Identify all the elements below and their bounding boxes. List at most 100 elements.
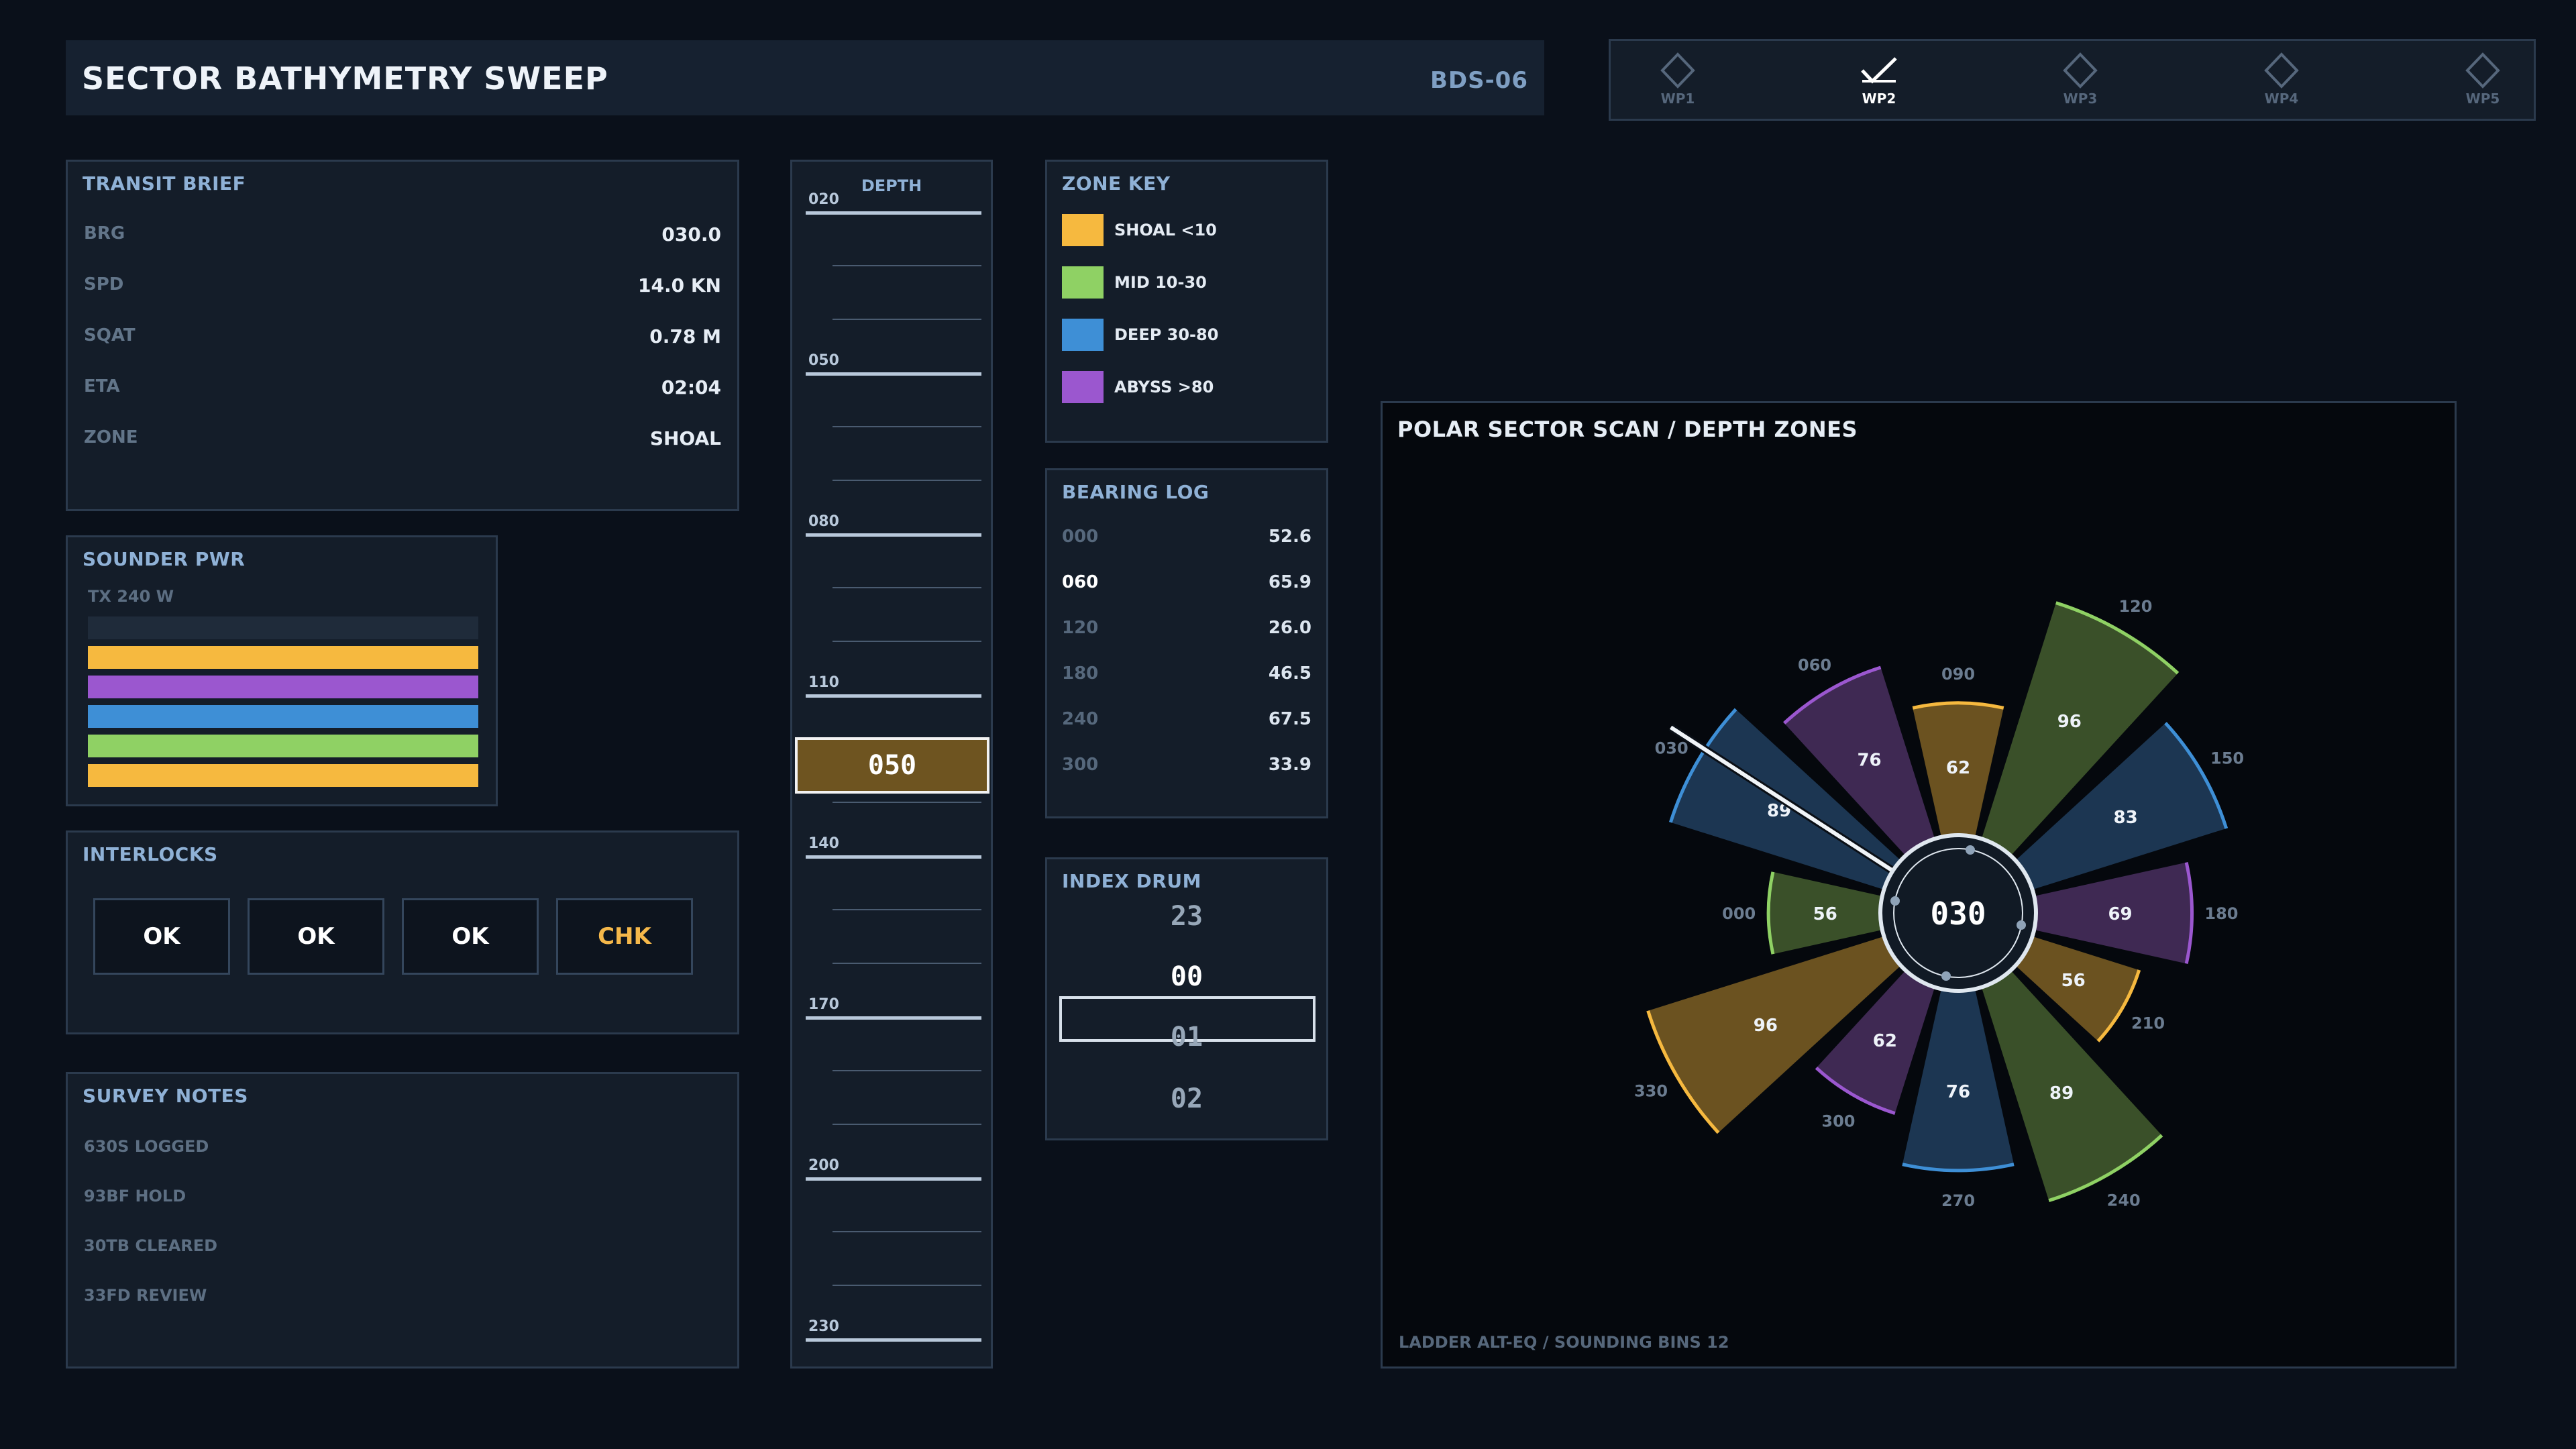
bearing-depth: 65.9 bbox=[1268, 572, 1311, 592]
waypoint-diamond-icon bbox=[2264, 52, 2299, 89]
survey-notes-panel: SURVEY NOTES 630S LOGGED 93BF HOLD 30TB CL… bbox=[66, 1072, 739, 1368]
sector-bearing-label: 180 bbox=[2204, 904, 2238, 923]
depth-tick-major bbox=[806, 1016, 981, 1020]
polar-scan-panel: POLAR SECTOR SCAN / DEPTH ZONES 56 000 89 0… bbox=[1381, 401, 2457, 1368]
waypoint-3[interactable]: WP3 bbox=[2040, 50, 2121, 117]
zone-key-item: ABYSS >80 bbox=[1062, 371, 1214, 403]
zone-label: DEEP 30-80 bbox=[1114, 325, 1219, 344]
depth-tick-minor bbox=[833, 1231, 981, 1232]
bearing-depth: 52.6 bbox=[1268, 527, 1311, 547]
zone-swatch bbox=[1062, 214, 1104, 246]
transit-value: 0.78 M bbox=[649, 325, 721, 347]
zone-key-item: DEEP 30-80 bbox=[1062, 319, 1218, 351]
zone-key-item: SHOAL <10 bbox=[1062, 214, 1217, 246]
depth-tick-label: 170 bbox=[808, 996, 839, 1013]
interlock-button-4[interactable]: CHK bbox=[556, 898, 693, 975]
sector-bearing-label: 150 bbox=[2210, 749, 2244, 767]
depth-tick-major bbox=[806, 694, 981, 698]
transit-value: 030.0 bbox=[661, 223, 721, 246]
depth-cursor[interactable]: 050 bbox=[795, 737, 989, 794]
transit-value: 14.0 KN bbox=[638, 274, 721, 297]
sector-value-label: 56 bbox=[1813, 904, 1837, 924]
waypoint-4[interactable]: WP4 bbox=[2241, 50, 2322, 117]
depth-tick-minor bbox=[833, 802, 981, 803]
waypoint-diamond-icon bbox=[2465, 52, 2500, 89]
transit-row-eta: ETA 02:04 bbox=[84, 376, 721, 403]
depth-tick-minor bbox=[833, 265, 981, 266]
hub-marker-dot bbox=[1890, 896, 1900, 906]
depth-tick-major bbox=[806, 533, 981, 537]
waypoint-2[interactable]: WP2 bbox=[1839, 50, 1919, 117]
transit-row-spd: SPD 14.0 KN bbox=[84, 274, 721, 301]
sector-value-label: 89 bbox=[2049, 1083, 2074, 1104]
zone-swatch bbox=[1062, 319, 1104, 351]
depth-tick-label: 020 bbox=[808, 191, 839, 208]
interlocks-panel: INTERLOCKS OK OK OK CHK bbox=[66, 830, 739, 1034]
depth-tick-major bbox=[806, 1177, 981, 1181]
zone-swatch bbox=[1062, 371, 1104, 403]
transit-row-brg: BRG 030.0 bbox=[84, 223, 721, 250]
transit-key: ZONE bbox=[84, 427, 138, 447]
hub-marker-dot bbox=[2017, 920, 2026, 930]
transit-row-sqat: SQAT 0.78 M bbox=[84, 325, 721, 352]
sector-value-label: 62 bbox=[1946, 758, 1970, 778]
bearing-log-row[interactable]: 000 52.6 bbox=[1062, 527, 1311, 553]
bearing-depth: 46.5 bbox=[1268, 663, 1311, 684]
zone-label: ABYSS >80 bbox=[1114, 378, 1214, 396]
depth-tick-label: 080 bbox=[808, 513, 839, 530]
transit-row-zone: ZONE SHOAL bbox=[84, 427, 721, 454]
waypoint-1[interactable]: WP1 bbox=[1638, 50, 1718, 117]
sector-value-label: 96 bbox=[2057, 712, 2082, 732]
bearing-log-row[interactable]: 180 46.5 bbox=[1062, 663, 1311, 690]
bearing-log-row[interactable]: 300 33.9 bbox=[1062, 755, 1311, 782]
bearing-value: 120 bbox=[1062, 618, 1099, 638]
interlock-button-2[interactable]: OK bbox=[248, 898, 384, 975]
depth-tick-minor bbox=[833, 587, 981, 588]
depth-tick-minor bbox=[833, 480, 981, 481]
bearing-value: 300 bbox=[1062, 755, 1099, 775]
bearing-value: 180 bbox=[1062, 663, 1099, 684]
bearing-value: 240 bbox=[1062, 709, 1099, 729]
zone-key-panel: ZONE KEY SHOAL <10 MID 10-30 DEEP 30-80 ABY… bbox=[1045, 160, 1328, 443]
depth-tick-minor bbox=[833, 319, 981, 320]
zone-label: SHOAL <10 bbox=[1114, 221, 1217, 239]
depth-tick-major bbox=[806, 372, 981, 376]
sector-bearing-label: 210 bbox=[2131, 1014, 2165, 1032]
bearing-log-row[interactable]: 060 65.9 bbox=[1062, 572, 1311, 599]
polar-chart: 56 000 89 030 76 060 62 090 96 120 83 150 69 180 56 210… bbox=[1634, 597, 2244, 1210]
interlock-button-1[interactable]: OK bbox=[93, 898, 230, 975]
waypoint-label: WP4 bbox=[2264, 91, 2299, 107]
transit-brief-title: TRANSIT BRIEF bbox=[83, 172, 246, 195]
survey-note: 33FD REVIEW bbox=[84, 1286, 207, 1305]
depth-tick-minor bbox=[833, 1124, 981, 1125]
polar-footer: LADDER ALT-EQ / SOUNDING BINS 12 bbox=[1399, 1333, 1729, 1352]
index-drum-panel[interactable]: INDEX DRUM 23 00 01 02 bbox=[1045, 857, 1328, 1140]
bearing-log-row[interactable]: 240 67.5 bbox=[1062, 709, 1311, 736]
waypoint-label: WP1 bbox=[1660, 91, 1695, 107]
depth-tick-minor bbox=[833, 909, 981, 910]
depth-tick-minor bbox=[833, 963, 981, 964]
depth-ladder[interactable]: DEPTH 020 050 080 110 140 170 200 230 050 bbox=[790, 160, 993, 1368]
bearing-log-panel: BEARING LOG 000 52.6 060 65.9 120 26.0 180 46.5… bbox=[1045, 468, 1328, 818]
drum-value: 23 bbox=[1170, 901, 1203, 932]
sector-bearing-label: 060 bbox=[1798, 656, 1831, 675]
waypoint-label: WP3 bbox=[2063, 91, 2098, 107]
sector-value-label: 69 bbox=[2108, 904, 2132, 924]
depth-tick-major bbox=[806, 211, 981, 215]
transit-key: SQAT bbox=[84, 325, 136, 345]
page-title: SECTOR BATHYMETRY SWEEP bbox=[82, 60, 608, 97]
sounder-power-title: SOUNDER PWR bbox=[83, 548, 246, 570]
waypoint-check-icon bbox=[1861, 57, 1897, 84]
depth-tick-label: 140 bbox=[808, 835, 839, 852]
survey-notes-title: SURVEY NOTES bbox=[83, 1085, 248, 1107]
depth-tick-label: 230 bbox=[808, 1318, 839, 1335]
interlock-button-3[interactable]: OK bbox=[402, 898, 539, 975]
interlocks-title: INTERLOCKS bbox=[83, 843, 218, 865]
sector-bearing-label: 030 bbox=[1655, 739, 1688, 757]
waypoint-5[interactable]: WP5 bbox=[2443, 50, 2523, 117]
header-bar: SECTOR BATHYMETRY SWEEP BDS-06 bbox=[66, 40, 1544, 115]
survey-note: 30TB CLEARED bbox=[84, 1236, 218, 1255]
survey-note: 93BF HOLD bbox=[84, 1187, 186, 1205]
transit-value: 02:04 bbox=[661, 376, 721, 398]
bearing-log-row[interactable]: 120 26.0 bbox=[1062, 618, 1311, 645]
